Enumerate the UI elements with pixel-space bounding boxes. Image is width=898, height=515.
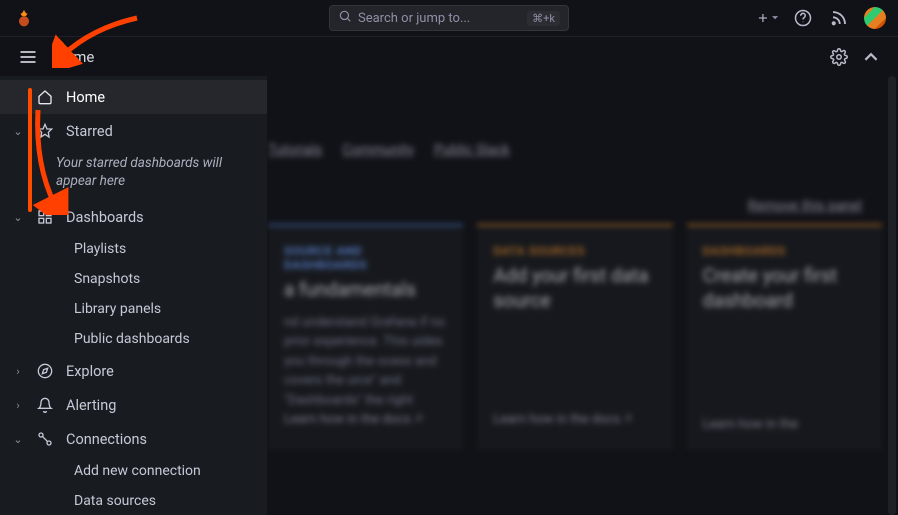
kbd-shortcut: ⌘+k	[527, 11, 560, 26]
nav-label: Dashboards	[66, 209, 144, 226]
remove-panel-link[interactable]: Remove this panel	[748, 198, 862, 214]
card-dashboards[interactable]: DASHBOARDS Create your first dashboard L…	[687, 224, 882, 450]
card-doc-link[interactable]: Learn how in the docs 🡥	[493, 410, 656, 432]
top-bar: Search or jump to... ⌘+k	[0, 0, 898, 36]
user-avatar[interactable]	[864, 7, 886, 29]
compass-icon	[36, 363, 54, 379]
nav-label: Explore	[66, 363, 114, 380]
collapse-icon[interactable]	[860, 46, 882, 68]
chevron-right-icon: ›	[12, 399, 24, 412]
breadcrumb-bar: Home	[0, 36, 898, 76]
card-doc-link[interactable]: Learn how in the	[703, 417, 866, 432]
main-links: Tutorials Community Public Slack	[268, 142, 882, 158]
chevron-right-icon: ›	[12, 365, 24, 378]
card-eyebrow: DATA SOURCES	[493, 244, 656, 258]
link-community[interactable]: Community	[342, 142, 414, 158]
bell-icon	[36, 397, 54, 413]
connections-icon	[36, 431, 54, 447]
card-eyebrow: SOURCE AND DASHBOARDS	[284, 244, 447, 272]
nav-sub-snapshots[interactable]: Snapshots	[0, 264, 267, 294]
card-title: Create your first dashboard	[703, 264, 866, 313]
grafana-logo-icon[interactable]	[12, 6, 36, 30]
nav-item-starred[interactable]: ⌄ Starred	[0, 114, 267, 148]
nav-item-explore[interactable]: › Explore	[0, 354, 267, 388]
card-tutorial[interactable]: SOURCE AND DASHBOARDS a fundamentals nd …	[268, 224, 463, 450]
chevron-down-icon: ⌄	[12, 125, 24, 138]
chevron-down-icon: ⌄	[12, 211, 24, 224]
nav-item-home[interactable]: Home	[0, 80, 267, 114]
scrollbar[interactable]	[888, 76, 896, 515]
card-doc-link[interactable]: Learn how in the docs 🡥	[284, 410, 447, 432]
search-input[interactable]: Search or jump to... ⌘+k	[329, 5, 569, 31]
link-tutorials[interactable]: Tutorials	[268, 142, 322, 158]
nav-item-dashboards[interactable]: ⌄ Dashboards	[0, 200, 267, 234]
nav-item-alerting[interactable]: › Alerting	[0, 388, 267, 422]
rss-icon[interactable]	[828, 7, 850, 29]
card-title: a fundamentals	[284, 278, 447, 303]
card-title: Add your first data source	[493, 264, 656, 313]
nav-label: Starred	[66, 123, 113, 140]
card-datasources[interactable]: DATA SOURCES Add your first data source …	[477, 224, 672, 450]
nav-label: Home	[66, 89, 105, 106]
dashboards-icon	[36, 209, 54, 225]
nav-sub-add-connection[interactable]: Add new connection	[0, 456, 267, 486]
nav-sub-playlists[interactable]: Playlists	[0, 234, 267, 264]
chevron-down-icon: ⌄	[12, 433, 24, 446]
settings-icon[interactable]	[828, 46, 850, 68]
annotation-highlight-bar	[28, 88, 32, 212]
topbar-right	[756, 7, 886, 29]
search-icon	[338, 9, 352, 27]
card-body: nd understand Grafana if no prior experi…	[284, 313, 447, 411]
nav-panel: Home ⌄ Starred Your starred dashboards w…	[0, 76, 267, 515]
nav-label: Connections	[66, 431, 147, 448]
starred-empty-note: Your starred dashboards will appear here	[0, 148, 267, 200]
search-placeholder: Search or jump to...	[358, 11, 470, 26]
nav-sub-datasources[interactable]: Data sources	[0, 486, 267, 515]
link-slack[interactable]: Public Slack	[434, 142, 510, 158]
home-icon	[36, 89, 54, 105]
nav-label: Alerting	[66, 397, 116, 414]
card-eyebrow: DASHBOARDS	[703, 244, 866, 258]
nav-sub-library[interactable]: Library panels	[0, 294, 267, 324]
star-icon	[36, 123, 54, 139]
nav-sub-public[interactable]: Public dashboards	[0, 324, 267, 354]
breadcrumb-home[interactable]: Home	[54, 48, 94, 66]
add-menu-button[interactable]	[756, 7, 778, 29]
help-icon[interactable]	[792, 7, 814, 29]
menu-toggle-button[interactable]	[16, 45, 40, 69]
nav-item-connections[interactable]: ⌄ Connections	[0, 422, 267, 456]
